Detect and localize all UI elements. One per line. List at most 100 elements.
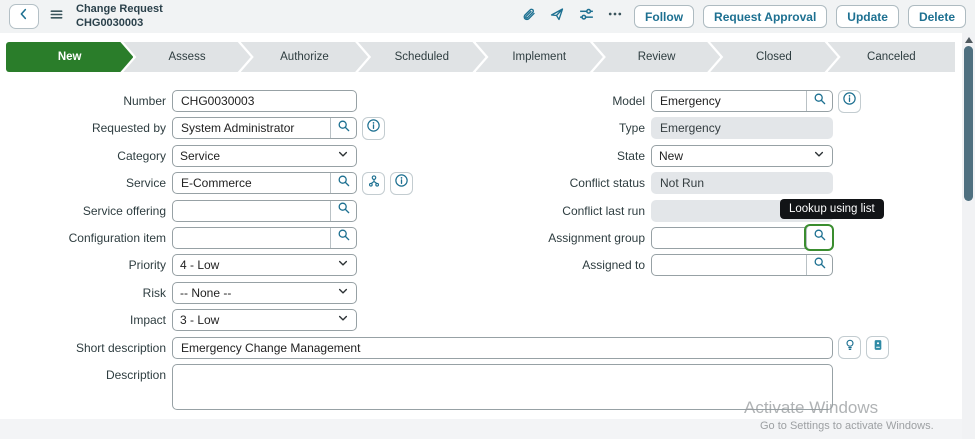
chevron-down-icon <box>337 256 349 274</box>
stage-breadcrumb: New Assess Authorize Scheduled Implement… <box>6 42 955 72</box>
assigned-to-field <box>651 254 833 276</box>
requested-by-input[interactable] <box>173 118 330 138</box>
risk-select[interactable]: -- None -- <box>172 282 357 304</box>
field-row-assignment-group: Assignment group <box>482 227 861 249</box>
hamburger-menu-button[interactable] <box>49 7 64 27</box>
service-preview-button[interactable] <box>390 172 413 195</box>
chevron-down-icon <box>337 147 349 165</box>
search-knowledge-button[interactable] <box>866 336 889 359</box>
header-bar: Change Request CHG0030003 Follow Request… <box>0 0 975 33</box>
type-readonly-field: Emergency <box>651 117 833 139</box>
follow-button[interactable]: Follow <box>634 5 694 28</box>
conflict-status-readonly-field: Not Run <box>651 172 833 194</box>
info-icon <box>394 173 409 193</box>
search-icon <box>337 119 351 138</box>
requested-by-preview-button[interactable] <box>362 117 385 140</box>
category-select[interactable]: Service <box>172 145 357 167</box>
service-offering-lookup-button[interactable] <box>330 201 356 221</box>
stage-assess: Assess <box>123 42 250 72</box>
assignment-group-lookup-button[interactable] <box>806 226 832 249</box>
assignment-group-input[interactable] <box>652 228 806 248</box>
request-approval-button[interactable]: Request Approval <box>703 5 827 28</box>
delete-button[interactable]: Delete <box>908 5 966 28</box>
search-icon <box>337 174 351 193</box>
assigned-to-lookup-button[interactable] <box>806 255 832 275</box>
update-button[interactable]: Update <box>836 5 899 28</box>
field-row-short-description: Short description <box>6 337 889 359</box>
configuration-item-field <box>172 227 357 249</box>
personalize-button[interactable] <box>547 7 567 27</box>
state-select[interactable]: New <box>651 145 833 167</box>
more-options-button[interactable] <box>605 7 625 27</box>
service-dependency-map-button[interactable] <box>362 172 385 195</box>
conflict-last-run-label: Conflict last run <box>482 204 645 218</box>
back-button[interactable] <box>9 4 39 29</box>
configuration-item-lookup-button[interactable] <box>330 228 356 248</box>
model-lookup-button[interactable] <box>806 91 832 111</box>
model-label: Model <box>482 94 645 108</box>
configuration-item-label: Configuration item <box>6 231 166 245</box>
page-title: Change Request CHG0030003 <box>76 3 163 31</box>
ellipsis-icon <box>607 6 623 27</box>
impact-label: Impact <box>6 313 166 327</box>
short-description-input[interactable] <box>173 338 832 358</box>
stage-canceled: Canceled <box>828 42 955 72</box>
number-field <box>172 90 357 112</box>
sliders-icon <box>578 6 595 28</box>
chevron-down-icon <box>337 284 349 302</box>
configuration-item-input[interactable] <box>173 228 330 248</box>
description-textarea[interactable] <box>172 364 833 410</box>
field-row-impact: Impact 3 - Low <box>6 309 889 331</box>
service-lookup-button[interactable] <box>330 173 356 193</box>
short-description-label: Short description <box>6 341 166 355</box>
field-row-risk: Risk -- None -- <box>6 282 889 304</box>
scrollbar-thumb[interactable] <box>964 46 973 201</box>
priority-label: Priority <box>6 258 166 272</box>
field-row-assigned-to: Assigned to <box>482 254 861 276</box>
requested-by-lookup-button[interactable] <box>330 118 356 138</box>
record-number: CHG0030003 <box>76 17 163 31</box>
hierarchy-icon <box>367 174 381 193</box>
requested-by-field <box>172 117 357 139</box>
search-icon <box>813 92 827 111</box>
short-description-field <box>172 337 833 359</box>
search-icon <box>813 228 827 247</box>
field-row-conflict-status: Conflict status Not Run <box>482 172 861 194</box>
attachment-button[interactable] <box>518 7 538 27</box>
lightbulb-icon <box>843 338 857 357</box>
type-label: Type <box>482 121 645 135</box>
change-request-form: Number Requested by Category Service <box>0 72 962 419</box>
category-label: Category <box>6 149 166 163</box>
record-type: Change Request <box>76 3 163 17</box>
requested-by-label: Requested by <box>6 121 166 135</box>
search-icon <box>337 228 351 247</box>
lookup-tooltip: Lookup using list <box>780 199 884 219</box>
field-row-model: Model <box>482 90 861 112</box>
scrollbar-up-arrow-icon[interactable] <box>965 37 973 43</box>
impact-select[interactable]: 3 - Low <box>172 309 357 331</box>
number-label: Number <box>6 94 166 108</box>
chevron-down-icon <box>813 147 825 165</box>
stage-review: Review <box>593 42 720 72</box>
service-offering-input[interactable] <box>173 201 330 221</box>
suggestion-button[interactable] <box>838 336 861 359</box>
priority-select[interactable]: 4 - Low <box>172 254 357 276</box>
service-label: Service <box>6 176 166 190</box>
service-input[interactable] <box>173 173 330 193</box>
service-offering-field <box>172 200 357 222</box>
search-icon <box>813 256 827 275</box>
vertical-scrollbar[interactable] <box>962 33 975 439</box>
model-input[interactable] <box>652 91 806 111</box>
assigned-to-input[interactable] <box>652 255 806 275</box>
field-row-state: State New <box>482 145 861 167</box>
number-input[interactable] <box>173 91 356 111</box>
model-preview-button[interactable] <box>838 90 861 113</box>
assignment-group-field <box>651 227 833 249</box>
field-row-type: Type Emergency <box>482 117 861 139</box>
stage-authorize: Authorize <box>241 42 368 72</box>
knowledge-book-icon <box>871 338 885 357</box>
search-icon <box>337 201 351 220</box>
stage-closed: Closed <box>710 42 837 72</box>
form-settings-button[interactable] <box>576 7 596 27</box>
model-field <box>651 90 833 112</box>
